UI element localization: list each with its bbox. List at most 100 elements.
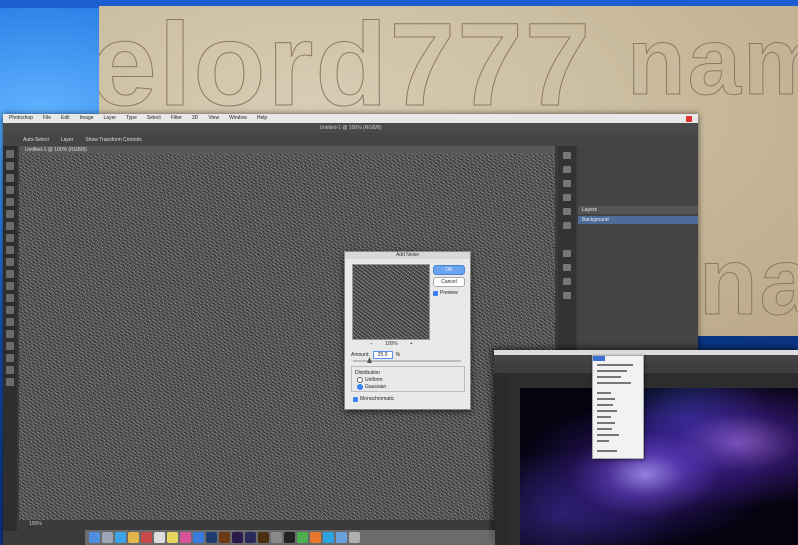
record-status-icon[interactable] xyxy=(686,115,692,122)
option-layer[interactable]: Layer xyxy=(61,137,74,143)
stamp-tool-icon[interactable] xyxy=(6,246,14,254)
menu-item[interactable] xyxy=(597,428,612,430)
menu-filter[interactable]: Filter xyxy=(171,114,182,123)
chrome-icon[interactable] xyxy=(297,532,308,543)
brush-panel-icon[interactable] xyxy=(563,264,571,271)
skype-icon[interactable] xyxy=(323,532,334,543)
lasso-tool-icon[interactable] xyxy=(6,174,14,182)
menu-item[interactable] xyxy=(597,450,617,452)
menu-highlight xyxy=(593,356,605,361)
menu-help[interactable]: Help xyxy=(257,114,267,123)
character-panel-icon[interactable] xyxy=(563,222,571,229)
layer-row-background[interactable]: Background xyxy=(578,216,698,224)
zoom-tool-icon[interactable] xyxy=(6,378,14,386)
aftereffects-icon[interactable] xyxy=(245,532,256,543)
illustrator-icon[interactable] xyxy=(219,532,230,543)
filter-menu-dropdown[interactable] xyxy=(592,355,644,459)
safari-icon[interactable] xyxy=(115,532,126,543)
preferences-icon[interactable] xyxy=(271,532,282,543)
menu-window[interactable]: Window xyxy=(229,114,247,123)
move-tool-icon[interactable] xyxy=(6,150,14,158)
photos-icon[interactable] xyxy=(141,532,152,543)
trash-icon[interactable] xyxy=(349,532,360,543)
actions-panel-icon[interactable] xyxy=(563,292,571,299)
tool-presets-panel-icon[interactable] xyxy=(563,278,571,285)
menu-select[interactable]: Select xyxy=(147,114,161,123)
menu-item[interactable] xyxy=(597,404,613,406)
dodge-tool-icon[interactable] xyxy=(6,306,14,314)
zoom-out-button[interactable]: − xyxy=(370,341,373,347)
menu-item[interactable] xyxy=(597,410,617,412)
monochromatic-checkbox[interactable]: Monochromatic xyxy=(353,396,394,402)
menu-item[interactable] xyxy=(597,440,609,442)
calendar-icon[interactable] xyxy=(154,532,165,543)
menu-view[interactable]: View xyxy=(208,114,219,123)
menu-item[interactable] xyxy=(597,376,621,378)
launchpad-icon[interactable] xyxy=(102,532,113,543)
blur-tool-icon[interactable] xyxy=(6,294,14,302)
ok-button[interactable]: OK xyxy=(433,265,465,275)
properties-panel-icon[interactable] xyxy=(563,166,571,173)
menu-item[interactable] xyxy=(597,382,631,384)
menu-file[interactable]: File xyxy=(43,114,51,123)
zoom-in-button[interactable]: + xyxy=(410,341,413,347)
hand-tool-icon[interactable] xyxy=(6,366,14,374)
preview-checkbox[interactable]: Preview xyxy=(433,290,458,296)
eraser-tool-icon[interactable] xyxy=(6,270,14,278)
menu-image[interactable]: Image xyxy=(80,114,94,123)
menu-type[interactable]: Type xyxy=(126,114,137,123)
bridge-icon[interactable] xyxy=(258,532,269,543)
swatches-panel-icon[interactable] xyxy=(563,208,571,215)
menu-photoshop[interactable]: Photoshop xyxy=(9,114,33,123)
history-brush-tool-icon[interactable] xyxy=(6,258,14,266)
cancel-button[interactable]: Cancel xyxy=(433,277,465,287)
path-select-tool-icon[interactable] xyxy=(6,342,14,350)
menu-item[interactable] xyxy=(597,364,633,366)
healing-tool-icon[interactable] xyxy=(6,222,14,230)
shape-tool-icon[interactable] xyxy=(6,354,14,362)
menu-3d[interactable]: 3D xyxy=(192,114,198,123)
itunes-icon[interactable] xyxy=(180,532,191,543)
layers-panel-header[interactable]: Layers xyxy=(578,206,698,214)
styles-panel-icon[interactable] xyxy=(563,194,571,201)
mail-icon[interactable] xyxy=(128,532,139,543)
paragraph-panel-icon[interactable] xyxy=(563,250,571,257)
galaxy-image[interactable] xyxy=(520,388,798,545)
gaussian-radio[interactable]: Gaussian xyxy=(357,384,386,390)
document-tab[interactable]: Untitled-1 @ 100% (RGB/8) xyxy=(19,146,555,154)
menu-item[interactable] xyxy=(597,370,627,372)
marquee-tool-icon[interactable] xyxy=(6,162,14,170)
menu-item[interactable] xyxy=(597,422,615,424)
menu-layer[interactable]: Layer xyxy=(104,114,117,123)
option-transform-controls[interactable]: Show Transform Controls xyxy=(85,137,141,143)
finder-icon[interactable] xyxy=(89,532,100,543)
amount-input[interactable]: 25.0 xyxy=(372,351,393,359)
stone-text-right-bottom: nam xyxy=(698,228,798,335)
firefox-icon[interactable] xyxy=(310,532,321,543)
folder-icon[interactable] xyxy=(336,532,347,543)
terminal-icon[interactable] xyxy=(284,532,295,543)
crop-tool-icon[interactable] xyxy=(6,198,14,206)
quick-select-tool-icon[interactable] xyxy=(6,186,14,194)
eyedropper-tool-icon[interactable] xyxy=(6,210,14,218)
history-panel-icon[interactable] xyxy=(563,152,571,159)
pen-tool-icon[interactable] xyxy=(6,318,14,326)
premiere-icon[interactable] xyxy=(232,532,243,543)
notes-icon[interactable] xyxy=(167,532,178,543)
appstore-icon[interactable] xyxy=(193,532,204,543)
type-tool-icon[interactable] xyxy=(6,330,14,338)
brush-tool-icon[interactable] xyxy=(6,234,14,242)
photoshop-icon[interactable] xyxy=(206,532,217,543)
menu-item[interactable] xyxy=(597,392,611,394)
option-auto-select[interactable]: Auto-Select xyxy=(23,137,49,143)
gradient-tool-icon[interactable] xyxy=(6,282,14,290)
noise-preview[interactable] xyxy=(352,264,430,340)
menu-item[interactable] xyxy=(597,416,611,418)
noise-canvas[interactable] xyxy=(19,154,555,520)
adjustments-panel-icon[interactable] xyxy=(563,180,571,187)
uniform-radio[interactable]: Uniform xyxy=(357,377,383,383)
menu-item[interactable] xyxy=(597,434,619,436)
menu-item[interactable] xyxy=(597,398,615,400)
menu-edit[interactable]: Edit xyxy=(61,114,70,123)
amount-slider[interactable] xyxy=(353,357,461,363)
